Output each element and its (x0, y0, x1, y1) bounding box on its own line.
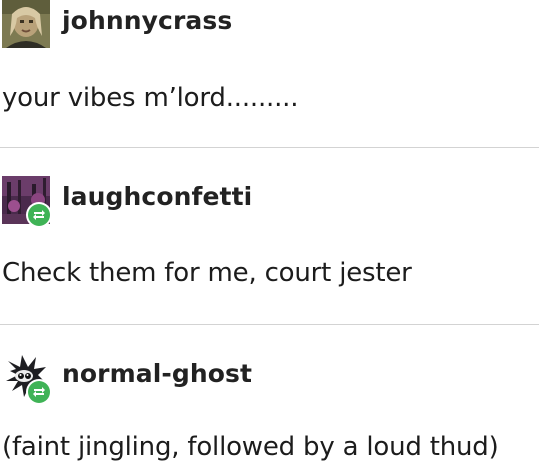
divider (0, 324, 539, 325)
post-text: Check them for me, court jester (2, 258, 412, 288)
post-text: (faint jingling, followed by a loud thud… (2, 432, 499, 462)
username[interactable]: johnnycrass (62, 6, 232, 35)
post-johnnycrass: johnnycrass your vibes m’lord......... (0, 0, 539, 148)
portrait-avatar-icon[interactable] (2, 0, 50, 48)
reblog-badge (26, 202, 52, 228)
post-text: your vibes m’lord......... (2, 83, 299, 113)
reblog-icon (33, 210, 45, 220)
reblog-icon (33, 387, 45, 397)
post-header: laughconfetti (0, 176, 539, 228)
divider (0, 147, 539, 148)
post-normal-ghost: normal-ghost (faint jingling, followed b… (0, 353, 539, 469)
username[interactable]: normal-ghost (62, 359, 252, 388)
reblog-badge (26, 379, 52, 405)
post-header: normal-ghost (0, 353, 539, 405)
username[interactable]: laughconfetti (62, 182, 252, 211)
post-header: johnnycrass (0, 0, 539, 50)
post-laughconfetti: laughconfetti Check them for me, court j… (0, 176, 539, 324)
